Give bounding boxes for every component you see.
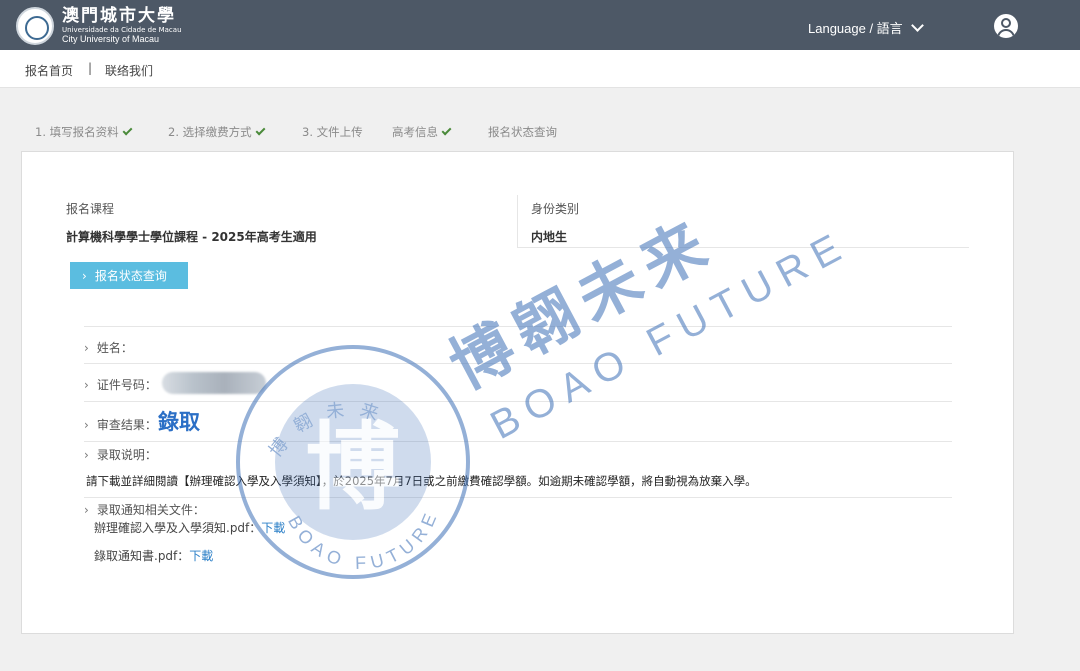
files-row: › 录取通知相关文件： bbox=[84, 501, 205, 518]
files-label: 录取通知相关文件： bbox=[96, 503, 205, 517]
course-value: 計算機科學學士學位課程 - 2025年高考生適用 bbox=[66, 230, 317, 244]
file-item: 錄取通知書.pdf：下載 bbox=[94, 547, 213, 564]
chevron-right-icon: › bbox=[84, 418, 89, 432]
application-card: 报名课程 計算機科學學士學位課程 - 2025年高考生適用 身份类别 内地生 ›… bbox=[21, 151, 1014, 634]
step-label: 1. 填写报名资料 bbox=[35, 125, 119, 139]
chevron-down-icon bbox=[910, 18, 924, 32]
language-label: Language / 語言 bbox=[808, 21, 903, 36]
top-bar: 澳門城市大學 Universidade da Cidade de Macau C… bbox=[0, 0, 1080, 50]
name-row: › 姓名： bbox=[84, 339, 133, 356]
file-name: 辦理確認入學及入學須知.pdf： bbox=[94, 521, 262, 535]
course-label: 报名课程 bbox=[66, 202, 115, 216]
user-avatar-icon[interactable] bbox=[994, 14, 1018, 38]
file-item: 辦理確認入學及入學須知.pdf：下載 bbox=[94, 519, 285, 536]
step-upload[interactable]: 3. 文件上传 bbox=[302, 124, 363, 140]
chevron-right-icon: › bbox=[84, 448, 89, 462]
step-label: 高考信息 bbox=[392, 125, 438, 139]
admission-label: 录取说明： bbox=[96, 448, 157, 462]
admission-row: › 录取说明： bbox=[84, 446, 157, 463]
chevron-right-icon: › bbox=[84, 341, 89, 355]
step-gaokao[interactable]: 高考信息 bbox=[392, 124, 452, 140]
nav-home-link[interactable]: 报名首页 bbox=[25, 62, 73, 79]
nav-contact-link[interactable]: 联络我们 bbox=[105, 62, 153, 79]
university-logo[interactable]: 澳門城市大學 Universidade da Cidade de Macau C… bbox=[16, 7, 182, 45]
divider bbox=[84, 441, 952, 442]
logo-name-cn: 澳門城市大學 bbox=[62, 6, 176, 26]
logo-name-pt: Universidade da Cidade de Macau bbox=[62, 26, 182, 34]
identity-label: 身份类别 bbox=[531, 202, 580, 216]
file-name: 錄取通知書.pdf： bbox=[94, 549, 190, 563]
review-label: 审查结果： bbox=[96, 418, 157, 432]
divider bbox=[84, 363, 952, 364]
nav-separator: | bbox=[88, 61, 93, 75]
redacted-id-number bbox=[162, 372, 266, 394]
review-row: › 审查结果： bbox=[84, 416, 157, 433]
step-status[interactable]: 报名状态查询 bbox=[488, 124, 557, 140]
language-selector[interactable]: Language / 語言 bbox=[808, 18, 924, 37]
name-label: 姓名： bbox=[96, 341, 133, 355]
divider bbox=[517, 195, 518, 247]
logo-name-en: City University of Macau bbox=[62, 34, 160, 44]
divider bbox=[84, 497, 952, 498]
status-query-label: 报名状态查询 bbox=[94, 269, 167, 283]
identity-value: 内地生 bbox=[531, 230, 568, 244]
step-label: 3. 文件上传 bbox=[302, 125, 363, 139]
sub-navigation: 报名首页 | 联络我们 bbox=[0, 50, 1080, 88]
step-payment[interactable]: 2. 选择缴费方式 bbox=[168, 124, 266, 140]
chevron-right-icon: › bbox=[84, 503, 89, 517]
divider bbox=[517, 247, 969, 248]
review-result: 錄取 bbox=[158, 410, 200, 434]
download-link[interactable]: 下載 bbox=[189, 549, 213, 563]
step-fill-info[interactable]: 1. 填写报名资料 bbox=[35, 124, 133, 140]
chevron-right-icon: › bbox=[82, 269, 87, 283]
check-icon bbox=[441, 125, 452, 136]
chevron-right-icon: › bbox=[84, 378, 89, 392]
admission-notice: 請下載並詳細閱讀【辦理確認入學及入學須知】，於2025年7月7日或之前繳費確認學… bbox=[86, 474, 757, 488]
id-label: 证件号码： bbox=[96, 378, 157, 392]
step-label: 2. 选择缴费方式 bbox=[168, 125, 252, 139]
divider bbox=[84, 326, 952, 327]
step-label: 报名状态查询 bbox=[488, 125, 557, 139]
university-seal-icon bbox=[16, 7, 54, 45]
check-icon bbox=[255, 125, 266, 136]
logo-text: 澳門城市大學 Universidade da Cidade de Macau C… bbox=[62, 8, 182, 44]
check-icon bbox=[122, 125, 133, 136]
divider bbox=[84, 401, 952, 402]
id-row: › 证件号码： bbox=[84, 376, 157, 393]
status-query-button[interactable]: › 报名状态查询 bbox=[70, 262, 188, 289]
download-link[interactable]: 下載 bbox=[261, 521, 285, 535]
